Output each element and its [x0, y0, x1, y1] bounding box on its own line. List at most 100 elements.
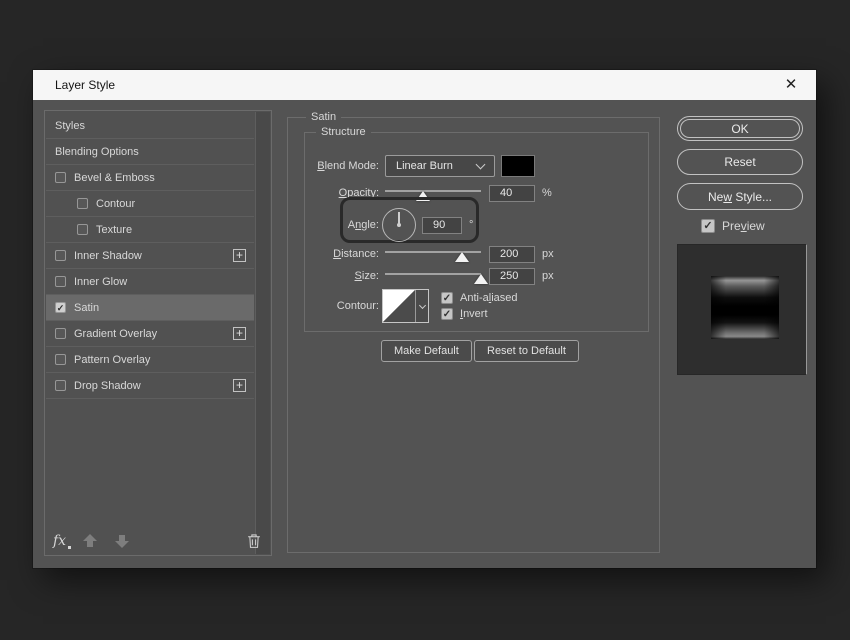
make-default-button[interactable]: Make Default	[381, 340, 472, 362]
add-effect-icon[interactable]: +	[233, 249, 246, 262]
distance-input[interactable]: 200	[489, 246, 535, 263]
contour-dropdown[interactable]	[415, 290, 428, 322]
sidebar-item-contour[interactable]: Contour	[46, 191, 254, 217]
slider-thumb[interactable]	[416, 191, 430, 201]
layer-style-dialog: Layer Style ✕ Styles Blending Options Be…	[33, 70, 816, 568]
distance-slider[interactable]	[385, 246, 481, 262]
sidebar-item-label: Bevel & Emboss	[74, 172, 155, 184]
preview-toggle[interactable]: ✓ Preview	[701, 219, 765, 233]
add-effect-icon[interactable]: +	[233, 379, 246, 392]
sidebar-item-label: Contour	[96, 198, 135, 210]
sidebar-item-blending-options[interactable]: Blending Options	[46, 139, 254, 165]
slider-thumb[interactable]	[455, 252, 469, 262]
opacity-slider[interactable]	[385, 185, 481, 201]
photoshop-canvas: { "window": { "title": "Layer Style" }, …	[0, 0, 850, 640]
ok-button[interactable]: OK	[677, 116, 803, 141]
sidebar-item-inner-shadow[interactable]: Inner Shadow +	[46, 243, 254, 269]
opacity-row: Opacity: 40 %	[305, 184, 644, 202]
sidebar-item-bevel-emboss[interactable]: Bevel & Emboss	[46, 165, 254, 191]
opacity-input[interactable]: 40	[489, 185, 535, 202]
invert-label: Invert	[460, 308, 488, 320]
contour-options: ✓ Anti-aliased ✓ Invert	[441, 290, 518, 322]
anti-aliased-label: Anti-aliased	[460, 292, 518, 304]
styles-list-toolbar: fx	[53, 530, 266, 552]
checkbox-unchecked[interactable]	[55, 172, 66, 183]
sidebar-item-pattern-overlay[interactable]: Pattern Overlay	[46, 347, 254, 373]
checkbox-unchecked[interactable]	[55, 250, 66, 261]
distance-row: Distance: 200 px	[305, 245, 644, 263]
menu-dot-icon	[68, 546, 71, 549]
structure-group: Structure Blend Mode: Linear Burn Opacit…	[304, 132, 649, 332]
move-effect-up-icon[interactable]	[82, 534, 98, 548]
checkbox-checked[interactable]: ✓	[55, 302, 66, 313]
effect-preview-panel	[677, 244, 807, 375]
contour-row: Contour: ✓ Anti-aliased ✓ Invert	[305, 287, 644, 325]
blend-mode-value: Linear Burn	[396, 160, 453, 172]
checkbox-unchecked[interactable]	[77, 224, 88, 235]
checkbox-unchecked[interactable]	[55, 276, 66, 287]
satin-preview-thumbnail	[711, 276, 779, 339]
move-effect-down-icon[interactable]	[114, 534, 130, 548]
sidebar-item-label: Satin	[74, 302, 99, 314]
dialog-titlebar: Layer Style ✕	[33, 70, 816, 100]
sidebar-item-label: Pattern Overlay	[74, 354, 150, 366]
slider-track	[385, 190, 481, 192]
size-slider[interactable]	[385, 268, 481, 284]
checkbox-unchecked[interactable]	[77, 198, 88, 209]
styles-list: Styles Blending Options Bevel & Emboss C…	[46, 113, 254, 399]
angle-row: Angle: 90 °	[305, 205, 644, 245]
checkbox-checked[interactable]: ✓	[441, 292, 453, 304]
sidebar-item-texture[interactable]: Texture	[46, 217, 254, 243]
size-unit: px	[542, 270, 554, 282]
angle-input[interactable]: 90	[422, 217, 462, 234]
sidebar-item-inner-glow[interactable]: Inner Glow	[46, 269, 254, 295]
contour-thumbnail[interactable]	[383, 290, 415, 322]
checkbox-checked[interactable]: ✓	[441, 308, 453, 320]
blend-mode-select[interactable]: Linear Burn	[385, 155, 495, 177]
sidebar-item-label: Inner Shadow	[74, 250, 142, 262]
checkbox-unchecked[interactable]	[55, 328, 66, 339]
checkbox-unchecked[interactable]	[55, 354, 66, 365]
size-input[interactable]: 250	[489, 268, 535, 285]
blend-mode-label: Blend Mode:	[305, 160, 379, 172]
preview-label: Preview	[722, 219, 765, 233]
close-icon[interactable]: ✕	[780, 74, 802, 96]
sidebar-item-label: Blending Options	[55, 146, 139, 158]
distance-unit: px	[542, 248, 554, 260]
add-effect-icon[interactable]: +	[233, 327, 246, 340]
fx-icon: fx	[53, 533, 66, 549]
structure-group-title: Structure	[316, 126, 371, 138]
angle-label: Angle:	[305, 219, 379, 231]
delete-effect-icon[interactable]	[246, 533, 262, 549]
reset-button[interactable]: Reset	[677, 149, 803, 175]
size-label: Size:	[305, 270, 379, 282]
styles-list-panel: Styles Blending Options Bevel & Emboss C…	[44, 110, 272, 556]
checkbox-unchecked[interactable]	[55, 380, 66, 391]
opacity-label: Opacity:	[305, 187, 379, 199]
checkbox-checked[interactable]: ✓	[701, 219, 715, 233]
slider-thumb[interactable]	[474, 274, 488, 284]
fx-menu-button[interactable]: fx	[53, 533, 66, 549]
size-row: Size: 250 px	[305, 267, 644, 285]
angle-dial[interactable]	[382, 208, 416, 242]
sidebar-item-label: Gradient Overlay	[74, 328, 157, 340]
reset-to-default-button[interactable]: Reset to Default	[474, 340, 579, 362]
sidebar-item-satin[interactable]: ✓ Satin	[46, 295, 254, 321]
chevron-down-icon	[419, 302, 426, 309]
sidebar-item-gradient-overlay[interactable]: Gradient Overlay +	[46, 321, 254, 347]
sidebar-item-drop-shadow[interactable]: Drop Shadow +	[46, 373, 254, 399]
anti-aliased-option[interactable]: ✓ Anti-aliased	[441, 290, 518, 306]
dialog-title: Layer Style	[33, 78, 115, 92]
sidebar-item-label: Styles	[55, 120, 85, 132]
distance-label: Distance:	[305, 248, 379, 260]
invert-option[interactable]: ✓ Invert	[441, 306, 518, 322]
blend-mode-row: Blend Mode: Linear Burn	[305, 154, 644, 177]
satin-color-swatch[interactable]	[501, 155, 535, 177]
chevron-down-icon	[476, 159, 486, 169]
new-style-button[interactable]: New Style...	[677, 183, 803, 210]
contour-picker[interactable]	[382, 289, 429, 323]
sidebar-item-label: Inner Glow	[74, 276, 127, 288]
sidebar-item-styles[interactable]: Styles	[46, 113, 254, 139]
satin-group-title: Satin	[306, 111, 341, 123]
sidebar-item-label: Texture	[96, 224, 132, 236]
